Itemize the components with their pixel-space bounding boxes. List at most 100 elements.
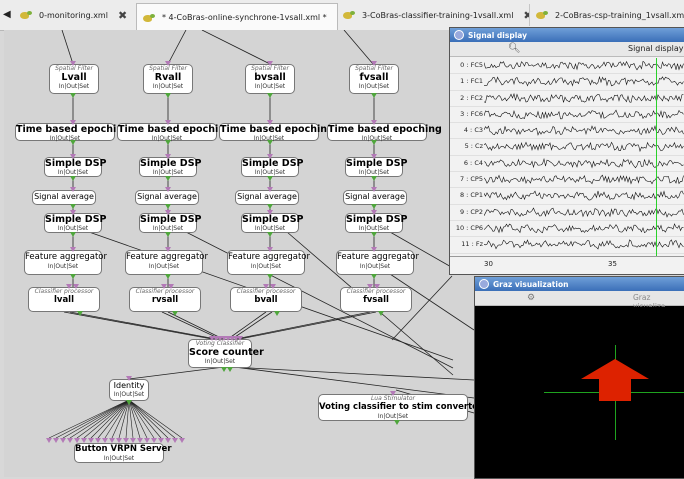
output-connector[interactable] bbox=[70, 274, 76, 279]
input-connector[interactable] bbox=[53, 438, 59, 443]
output-connector[interactable] bbox=[77, 311, 83, 316]
simple-dsp-box-1b[interactable]: Simple DSP In|Out|Set bbox=[44, 213, 107, 233]
input-connector[interactable] bbox=[371, 210, 377, 215]
classifier-processor-box-lvall[interactable]: Classifier processor lvall bbox=[28, 287, 100, 312]
settings-icon[interactable]: ⚙ bbox=[527, 293, 535, 303]
output-connector[interactable] bbox=[70, 93, 76, 98]
input-connector[interactable] bbox=[130, 438, 136, 443]
output-connector[interactable] bbox=[165, 140, 171, 145]
input-connector[interactable] bbox=[116, 438, 122, 443]
output-connector[interactable] bbox=[394, 420, 400, 425]
simple-dsp-box-4a[interactable]: Simple DSP In|Out|Set bbox=[345, 157, 408, 177]
input-connector[interactable] bbox=[165, 120, 171, 125]
input-connector[interactable] bbox=[267, 154, 273, 159]
spatial-filter-box-rvall[interactable]: Spatial Filter Rvall In|Out|Set bbox=[143, 64, 193, 94]
output-connector[interactable] bbox=[165, 176, 171, 181]
input-connector[interactable] bbox=[172, 438, 178, 443]
input-connector[interactable] bbox=[374, 284, 380, 289]
feature-aggregator-box-2[interactable]: Feature aggregator In|Out|Set bbox=[125, 250, 208, 275]
output-connector[interactable] bbox=[267, 274, 273, 279]
output-connector[interactable] bbox=[371, 232, 377, 237]
input-connector[interactable] bbox=[67, 438, 73, 443]
input-connector[interactable] bbox=[137, 438, 143, 443]
output-connector[interactable] bbox=[165, 93, 171, 98]
signal-average-box-2[interactable]: Signal average bbox=[135, 190, 199, 205]
tab-monitoring[interactable]: 0-monitoring.xml ✖ bbox=[14, 4, 137, 26]
voting-classifier-box[interactable]: Voting Classifier Score counter In|Out|S… bbox=[188, 339, 264, 368]
tab-csp-training[interactable]: 2-CoBras-csp-training_1vsall.xml bbox=[530, 4, 684, 26]
input-connector[interactable] bbox=[371, 120, 377, 125]
input-connector[interactable] bbox=[70, 210, 76, 215]
input-connector[interactable] bbox=[165, 247, 171, 252]
output-connector[interactable] bbox=[70, 140, 76, 145]
tab-online-synchrone[interactable]: * 4-CoBras-online-synchrone-1vsall.xml *… bbox=[136, 3, 338, 31]
graz-visualization-window[interactable]: Graz visualization ⚙ Graz visualiza bbox=[474, 276, 684, 479]
output-connector[interactable] bbox=[371, 274, 377, 279]
input-connector[interactable] bbox=[267, 120, 273, 125]
input-connector[interactable] bbox=[270, 284, 276, 289]
output-connector[interactable] bbox=[172, 311, 178, 316]
input-connector[interactable] bbox=[179, 438, 185, 443]
input-connector[interactable] bbox=[267, 187, 273, 192]
simple-dsp-box-4b[interactable]: Simple DSP In|Out|Set bbox=[345, 213, 408, 233]
time-epoching-box-2[interactable]: Time based epoching In|Out|Set bbox=[117, 123, 232, 142]
spatial-filter-box-fvsall[interactable]: Spatial Filter fvsall In|Out|Set bbox=[349, 64, 399, 94]
input-connector[interactable] bbox=[151, 438, 157, 443]
tab-scroll-left-button[interactable]: ◀ bbox=[3, 9, 11, 20]
time-epoching-box-1[interactable]: Time based epoching In|Out|Set bbox=[15, 123, 130, 142]
signal-display-window[interactable]: Signal display 🔍︎ Signal display 0 : FC5… bbox=[449, 27, 684, 275]
input-connector[interactable] bbox=[109, 438, 115, 443]
output-connector[interactable] bbox=[267, 204, 273, 209]
output-connector[interactable] bbox=[267, 232, 273, 237]
input-connector[interactable] bbox=[371, 154, 377, 159]
input-connector[interactable] bbox=[144, 438, 150, 443]
output-connector[interactable] bbox=[274, 311, 280, 316]
output-connector[interactable] bbox=[378, 311, 384, 316]
output-connector[interactable] bbox=[371, 140, 377, 145]
input-connector[interactable] bbox=[60, 438, 66, 443]
input-connector[interactable] bbox=[95, 438, 101, 443]
lua-stimulator-box[interactable]: Lua Stimulator Voting classifier to stim… bbox=[318, 394, 482, 421]
signal-average-box-3[interactable]: Signal average bbox=[235, 190, 299, 205]
input-connector[interactable] bbox=[165, 210, 171, 215]
input-connector[interactable] bbox=[263, 284, 269, 289]
input-connector[interactable] bbox=[46, 438, 52, 443]
button-vrpn-server-box[interactable]: Button VRPN Server In|Out|Set bbox=[74, 443, 172, 463]
simple-dsp-box-3b[interactable]: Simple DSP In|Out|Set bbox=[241, 213, 304, 233]
input-connector[interactable] bbox=[371, 247, 377, 252]
output-connector[interactable] bbox=[267, 140, 273, 145]
simple-dsp-box-2b[interactable]: Simple DSP In|Out|Set bbox=[139, 213, 202, 233]
input-connector[interactable] bbox=[74, 438, 80, 443]
input-connector[interactable] bbox=[267, 247, 273, 252]
input-connector[interactable] bbox=[237, 336, 243, 341]
input-connector[interactable] bbox=[168, 284, 174, 289]
tab-close-icon[interactable]: ✖ bbox=[118, 9, 127, 22]
input-connector[interactable] bbox=[123, 438, 129, 443]
input-connector[interactable] bbox=[88, 438, 94, 443]
output-connector[interactable] bbox=[165, 274, 171, 279]
input-connector[interactable] bbox=[73, 284, 79, 289]
signal-average-box-4[interactable]: Signal average bbox=[343, 190, 407, 205]
time-epoching-box-3[interactable]: Time based epoching In|Out|Set bbox=[219, 123, 334, 142]
classifier-processor-box-bvall[interactable]: Classifier processor bvall bbox=[230, 287, 302, 312]
output-connector[interactable] bbox=[70, 232, 76, 237]
output-connector[interactable] bbox=[371, 176, 377, 181]
output-connector[interactable] bbox=[70, 176, 76, 181]
input-connector[interactable] bbox=[70, 187, 76, 192]
classifier-processor-box-rvsall[interactable]: Classifier processor rvsall bbox=[129, 287, 201, 312]
simple-dsp-box-2a[interactable]: Simple DSP In|Out|Set bbox=[139, 157, 202, 177]
input-connector[interactable] bbox=[70, 61, 76, 66]
input-connector[interactable] bbox=[371, 61, 377, 66]
input-connector[interactable] bbox=[161, 284, 167, 289]
input-connector[interactable] bbox=[66, 284, 72, 289]
input-connector[interactable] bbox=[158, 438, 164, 443]
input-connector[interactable] bbox=[165, 154, 171, 159]
output-connector[interactable] bbox=[371, 93, 377, 98]
simple-dsp-box-1a[interactable]: Simple DSP In|Out|Set bbox=[44, 157, 107, 177]
input-connector[interactable] bbox=[70, 120, 76, 125]
feature-aggregator-box-3[interactable]: Feature aggregator In|Out|Set bbox=[227, 250, 310, 275]
output-connector[interactable] bbox=[371, 204, 377, 209]
input-connector[interactable] bbox=[165, 187, 171, 192]
output-connector[interactable] bbox=[165, 204, 171, 209]
spatial-filter-box-lvall[interactable]: Spatial Filter Lvall In|Out|Set bbox=[49, 64, 99, 94]
